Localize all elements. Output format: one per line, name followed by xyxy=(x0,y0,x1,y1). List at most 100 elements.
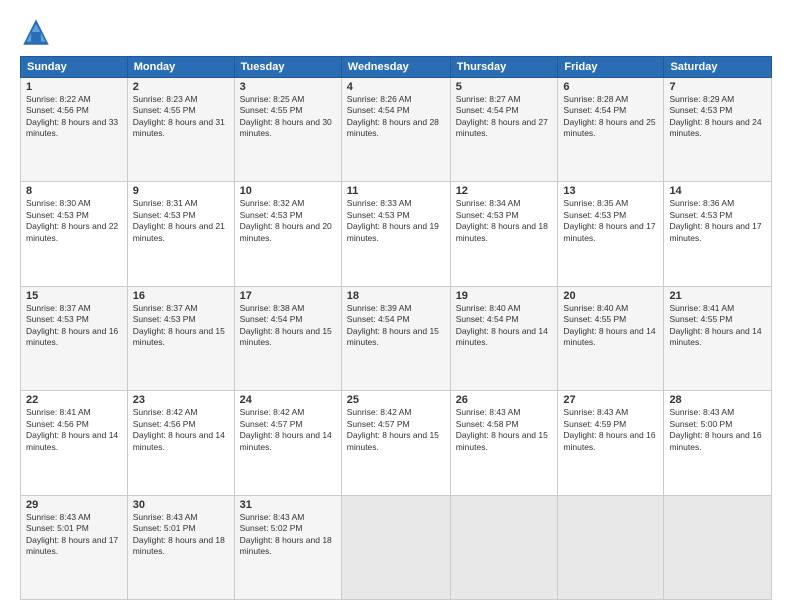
day-cell: 23 Sunrise: 8:42 AMSunset: 4:56 PMDaylig… xyxy=(127,391,234,495)
logo xyxy=(20,16,58,48)
day-cell: 31 Sunrise: 8:43 AMSunset: 5:02 PMDaylig… xyxy=(234,495,341,599)
day-cell: 29 Sunrise: 8:43 AMSunset: 5:01 PMDaylig… xyxy=(21,495,128,599)
day-info: Sunrise: 8:34 AMSunset: 4:53 PMDaylight:… xyxy=(456,198,548,242)
day-number: 26 xyxy=(456,394,553,406)
day-cell: 25 Sunrise: 8:42 AMSunset: 4:57 PMDaylig… xyxy=(341,391,450,495)
day-number: 10 xyxy=(240,185,336,197)
day-number: 19 xyxy=(456,290,553,302)
day-info: Sunrise: 8:37 AMSunset: 4:53 PMDaylight:… xyxy=(133,303,225,347)
week-row-5: 29 Sunrise: 8:43 AMSunset: 5:01 PMDaylig… xyxy=(21,495,772,599)
day-info: Sunrise: 8:39 AMSunset: 4:54 PMDaylight:… xyxy=(347,303,439,347)
day-number: 18 xyxy=(347,290,445,302)
day-number: 27 xyxy=(563,394,658,406)
day-header-sunday: Sunday xyxy=(21,57,128,78)
day-cell: 6 Sunrise: 8:28 AMSunset: 4:54 PMDayligh… xyxy=(558,78,664,182)
day-info: Sunrise: 8:41 AMSunset: 4:56 PMDaylight:… xyxy=(26,407,118,451)
day-number: 1 xyxy=(26,81,122,93)
header xyxy=(20,16,772,48)
day-header-wednesday: Wednesday xyxy=(341,57,450,78)
week-row-2: 8 Sunrise: 8:30 AMSunset: 4:53 PMDayligh… xyxy=(21,182,772,286)
day-info: Sunrise: 8:22 AMSunset: 4:56 PMDaylight:… xyxy=(26,94,118,138)
day-info: Sunrise: 8:36 AMSunset: 4:53 PMDaylight:… xyxy=(669,198,761,242)
day-cell: 27 Sunrise: 8:43 AMSunset: 4:59 PMDaylig… xyxy=(558,391,664,495)
day-number: 24 xyxy=(240,394,336,406)
day-info: Sunrise: 8:25 AMSunset: 4:55 PMDaylight:… xyxy=(240,94,332,138)
day-cell: 1 Sunrise: 8:22 AMSunset: 4:56 PMDayligh… xyxy=(21,78,128,182)
day-number: 3 xyxy=(240,81,336,93)
week-row-4: 22 Sunrise: 8:41 AMSunset: 4:56 PMDaylig… xyxy=(21,391,772,495)
day-number: 29 xyxy=(26,499,122,511)
day-cell xyxy=(558,495,664,599)
day-info: Sunrise: 8:33 AMSunset: 4:53 PMDaylight:… xyxy=(347,198,439,242)
day-header-saturday: Saturday xyxy=(664,57,772,78)
day-number: 6 xyxy=(563,81,658,93)
day-number: 15 xyxy=(26,290,122,302)
day-cell: 9 Sunrise: 8:31 AMSunset: 4:53 PMDayligh… xyxy=(127,182,234,286)
day-header-friday: Friday xyxy=(558,57,664,78)
day-cell: 16 Sunrise: 8:37 AMSunset: 4:53 PMDaylig… xyxy=(127,286,234,390)
page: SundayMondayTuesdayWednesdayThursdayFrid… xyxy=(0,0,792,612)
day-info: Sunrise: 8:28 AMSunset: 4:54 PMDaylight:… xyxy=(563,94,655,138)
day-header-monday: Monday xyxy=(127,57,234,78)
header-row: SundayMondayTuesdayWednesdayThursdayFrid… xyxy=(21,57,772,78)
day-info: Sunrise: 8:43 AMSunset: 4:59 PMDaylight:… xyxy=(563,407,655,451)
day-info: Sunrise: 8:43 AMSunset: 4:58 PMDaylight:… xyxy=(456,407,548,451)
day-cell: 5 Sunrise: 8:27 AMSunset: 4:54 PMDayligh… xyxy=(450,78,558,182)
day-number: 16 xyxy=(133,290,229,302)
day-cell: 18 Sunrise: 8:39 AMSunset: 4:54 PMDaylig… xyxy=(341,286,450,390)
day-number: 21 xyxy=(669,290,766,302)
day-cell xyxy=(450,495,558,599)
day-cell: 10 Sunrise: 8:32 AMSunset: 4:53 PMDaylig… xyxy=(234,182,341,286)
day-cell xyxy=(664,495,772,599)
day-number: 23 xyxy=(133,394,229,406)
day-number: 28 xyxy=(669,394,766,406)
day-cell: 19 Sunrise: 8:40 AMSunset: 4:54 PMDaylig… xyxy=(450,286,558,390)
day-cell: 30 Sunrise: 8:43 AMSunset: 5:01 PMDaylig… xyxy=(127,495,234,599)
day-info: Sunrise: 8:40 AMSunset: 4:55 PMDaylight:… xyxy=(563,303,655,347)
day-number: 5 xyxy=(456,81,553,93)
day-info: Sunrise: 8:42 AMSunset: 4:57 PMDaylight:… xyxy=(240,407,332,451)
day-number: 9 xyxy=(133,185,229,197)
day-number: 8 xyxy=(26,185,122,197)
day-number: 17 xyxy=(240,290,336,302)
day-number: 7 xyxy=(669,81,766,93)
calendar-body: 1 Sunrise: 8:22 AMSunset: 4:56 PMDayligh… xyxy=(21,78,772,600)
day-info: Sunrise: 8:38 AMSunset: 4:54 PMDaylight:… xyxy=(240,303,332,347)
day-header-thursday: Thursday xyxy=(450,57,558,78)
day-cell: 11 Sunrise: 8:33 AMSunset: 4:53 PMDaylig… xyxy=(341,182,450,286)
day-cell: 24 Sunrise: 8:42 AMSunset: 4:57 PMDaylig… xyxy=(234,391,341,495)
day-info: Sunrise: 8:26 AMSunset: 4:54 PMDaylight:… xyxy=(347,94,439,138)
day-cell: 26 Sunrise: 8:43 AMSunset: 4:58 PMDaylig… xyxy=(450,391,558,495)
week-row-3: 15 Sunrise: 8:37 AMSunset: 4:53 PMDaylig… xyxy=(21,286,772,390)
day-cell: 20 Sunrise: 8:40 AMSunset: 4:55 PMDaylig… xyxy=(558,286,664,390)
day-number: 30 xyxy=(133,499,229,511)
day-info: Sunrise: 8:35 AMSunset: 4:53 PMDaylight:… xyxy=(563,198,655,242)
day-info: Sunrise: 8:32 AMSunset: 4:53 PMDaylight:… xyxy=(240,198,332,242)
day-info: Sunrise: 8:30 AMSunset: 4:53 PMDaylight:… xyxy=(26,198,118,242)
day-number: 12 xyxy=(456,185,553,197)
logo-icon xyxy=(20,16,52,48)
day-info: Sunrise: 8:40 AMSunset: 4:54 PMDaylight:… xyxy=(456,303,548,347)
day-header-tuesday: Tuesday xyxy=(234,57,341,78)
day-info: Sunrise: 8:37 AMSunset: 4:53 PMDaylight:… xyxy=(26,303,118,347)
day-info: Sunrise: 8:43 AMSunset: 5:01 PMDaylight:… xyxy=(133,512,225,556)
day-info: Sunrise: 8:42 AMSunset: 4:57 PMDaylight:… xyxy=(347,407,439,451)
day-info: Sunrise: 8:41 AMSunset: 4:55 PMDaylight:… xyxy=(669,303,761,347)
day-info: Sunrise: 8:23 AMSunset: 4:55 PMDaylight:… xyxy=(133,94,225,138)
day-info: Sunrise: 8:43 AMSunset: 5:00 PMDaylight:… xyxy=(669,407,761,451)
day-cell: 13 Sunrise: 8:35 AMSunset: 4:53 PMDaylig… xyxy=(558,182,664,286)
day-number: 31 xyxy=(240,499,336,511)
day-cell: 15 Sunrise: 8:37 AMSunset: 4:53 PMDaylig… xyxy=(21,286,128,390)
day-cell: 12 Sunrise: 8:34 AMSunset: 4:53 PMDaylig… xyxy=(450,182,558,286)
day-cell: 8 Sunrise: 8:30 AMSunset: 4:53 PMDayligh… xyxy=(21,182,128,286)
calendar-table: SundayMondayTuesdayWednesdayThursdayFrid… xyxy=(20,56,772,600)
day-cell: 2 Sunrise: 8:23 AMSunset: 4:55 PMDayligh… xyxy=(127,78,234,182)
day-info: Sunrise: 8:43 AMSunset: 5:01 PMDaylight:… xyxy=(26,512,118,556)
day-number: 20 xyxy=(563,290,658,302)
day-number: 13 xyxy=(563,185,658,197)
calendar-header: SundayMondayTuesdayWednesdayThursdayFrid… xyxy=(21,57,772,78)
day-cell: 7 Sunrise: 8:29 AMSunset: 4:53 PMDayligh… xyxy=(664,78,772,182)
day-info: Sunrise: 8:27 AMSunset: 4:54 PMDaylight:… xyxy=(456,94,548,138)
day-info: Sunrise: 8:31 AMSunset: 4:53 PMDaylight:… xyxy=(133,198,225,242)
day-number: 25 xyxy=(347,394,445,406)
